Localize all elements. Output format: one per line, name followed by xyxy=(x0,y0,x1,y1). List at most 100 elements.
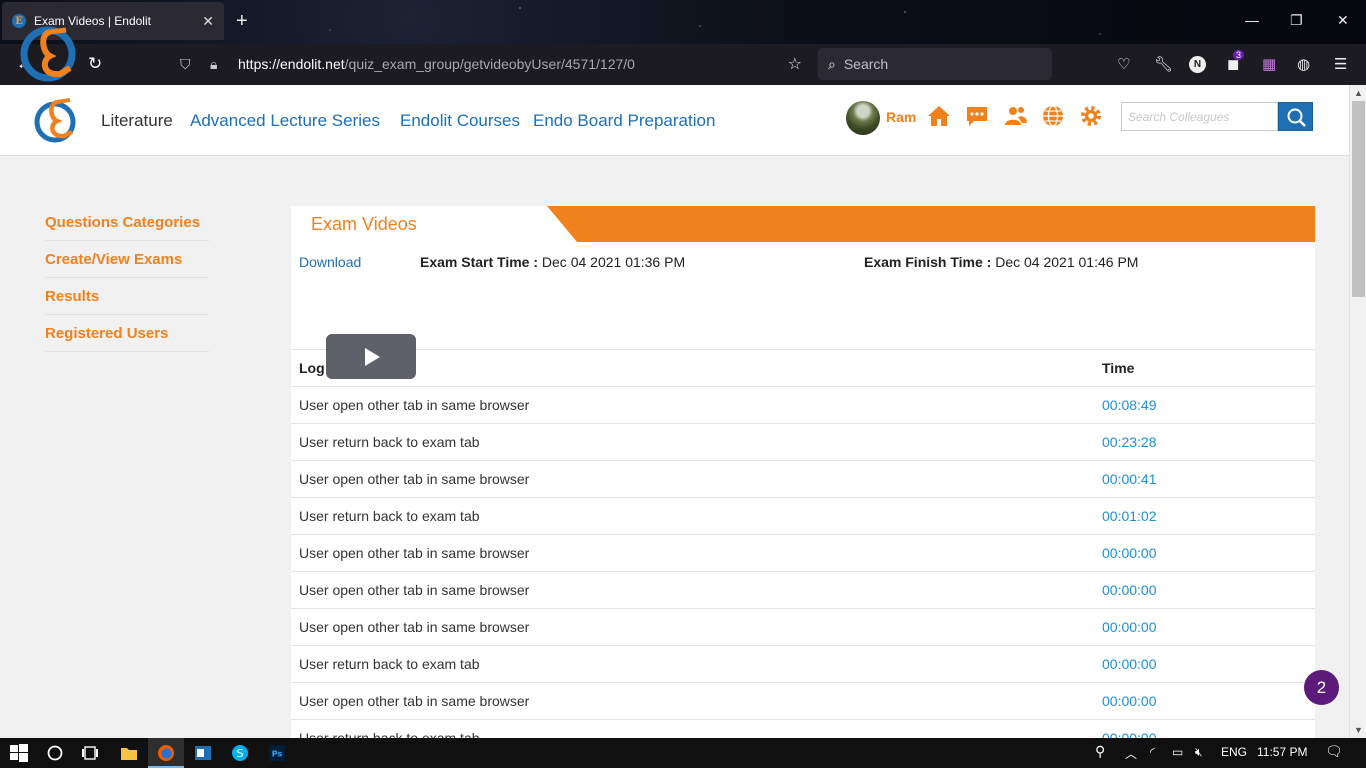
table-header-row: Log Time xyxy=(291,349,1315,387)
log-table: Log Time User open other tab in same bro… xyxy=(291,349,1315,738)
download-link[interactable]: Download xyxy=(299,254,361,270)
exam-finish-label: Exam Finish Time : xyxy=(864,254,992,270)
table-row: User open other tab in same browser 00:00… xyxy=(291,571,1315,609)
volume-muted-icon[interactable]: 🔇︎ xyxy=(1195,745,1203,760)
log-cell: User open other tab in same browser xyxy=(291,386,1094,424)
chat-bubble-badge[interactable]: 2 xyxy=(1304,670,1339,705)
table-row: User return back to exam tab00:00:00 xyxy=(291,645,1315,683)
wifi-icon[interactable]: ◜ xyxy=(1150,745,1155,759)
time-link[interactable]: 00:00:00 xyxy=(1094,571,1315,609)
time-link[interactable]: 00:00:00 xyxy=(1094,608,1315,646)
exam-finish-time: Exam Finish Time : Dec 04 2021 01:46 PM xyxy=(864,254,1138,270)
scroll-up-icon[interactable]: ▲ xyxy=(1354,88,1363,98)
log-cell: User open other tab in same browser xyxy=(291,460,1094,498)
extension-grid-icon[interactable]: ▦ xyxy=(1262,55,1276,73)
scroll-down-icon[interactable]: ▼ xyxy=(1354,725,1363,735)
skype-icon[interactable]: S xyxy=(231,744,249,762)
sidebar-item-results[interactable]: Results xyxy=(45,278,209,315)
nav-endo-board-preparation[interactable]: Endo Board Preparation xyxy=(533,111,715,131)
url-bar[interactable]: ⛉ 🔒︎ https://endolit.net/quiz_exam_group… xyxy=(170,48,810,80)
reload-icon[interactable]: ↻ xyxy=(88,54,102,74)
new-tab-icon[interactable]: + xyxy=(236,10,248,33)
time-link[interactable]: 00:00:00 xyxy=(1094,719,1315,738)
table-row: User open other tab in same browser 00:08… xyxy=(291,386,1315,424)
log-cell: User open other tab in same browser xyxy=(291,608,1094,646)
nav-advanced-lecture-series[interactable]: Advanced Lecture Series xyxy=(190,111,380,131)
endolit-logo[interactable] xyxy=(34,95,80,145)
tab-close-icon[interactable]: ✕ xyxy=(202,13,214,30)
task-view-icon[interactable] xyxy=(81,744,99,762)
language-indicator[interactable]: ENG xyxy=(1221,745,1247,759)
sidebar-item-create-view-exams[interactable]: Create/View Exams xyxy=(45,241,209,278)
page-scrollbar[interactable]: ▲ ▼ xyxy=(1349,85,1366,738)
extension-badge: 3 xyxy=(1233,50,1245,60)
time-link[interactable]: 00:00:00 xyxy=(1094,682,1315,720)
table-row: User open other tab in same browser 00:00… xyxy=(291,460,1315,498)
time-link[interactable]: 00:01:02 xyxy=(1094,497,1315,535)
extension-n-icon[interactable]: N xyxy=(1189,56,1206,73)
time-link[interactable]: 00:00:00 xyxy=(1094,534,1315,572)
cortana-search-icon[interactable] xyxy=(46,744,64,762)
log-cell: User return back to exam tab xyxy=(291,423,1094,461)
window-close-icon[interactable]: ✕ xyxy=(1337,12,1349,29)
colleagues-icon[interactable] xyxy=(1004,104,1028,128)
firefox-icon[interactable] xyxy=(157,744,175,762)
log-cell: User open other tab in same browser xyxy=(291,682,1094,720)
globe-extension-icon[interactable]: ◍ xyxy=(1297,55,1310,73)
time-link[interactable]: 00:23:28 xyxy=(1094,423,1315,461)
url-path: /quiz_exam_group/getvideobyUser/4571/127… xyxy=(344,56,635,72)
search-colleagues-button[interactable] xyxy=(1278,102,1313,131)
page: Literature Advanced Lecture Series Endol… xyxy=(0,85,1349,738)
home-icon[interactable] xyxy=(927,104,951,128)
battery-icon[interactable]: ▭ xyxy=(1172,745,1183,759)
shield-icon[interactable]: ⛉ xyxy=(180,56,200,73)
minimize-icon[interactable]: — xyxy=(1245,12,1259,28)
file-explorer-icon[interactable] xyxy=(120,744,138,762)
nav-endolit-courses[interactable]: Endolit Courses xyxy=(400,111,520,131)
pocket-icon[interactable]: ♡ xyxy=(1117,55,1130,73)
svg-text:S: S xyxy=(237,747,244,760)
scrollbar-thumb[interactable] xyxy=(1352,101,1365,297)
sidebar-item-questions-categories[interactable]: Questions Categories xyxy=(45,204,209,241)
nav-literature[interactable]: Literature xyxy=(101,111,173,131)
bookmark-star-icon[interactable]: ☆ xyxy=(788,54,802,74)
maximize-icon[interactable]: ❐ xyxy=(1290,12,1303,29)
show-hidden-icons-icon[interactable]: ︿ xyxy=(1125,745,1137,762)
globe-icon[interactable] xyxy=(1041,104,1065,128)
time-link[interactable]: 00:00:00 xyxy=(1094,645,1315,683)
user-name[interactable]: Ram xyxy=(886,109,916,125)
table-row: User return back to exam tab 00:01:02 xyxy=(291,497,1315,535)
hamburger-menu-icon[interactable]: ☰ xyxy=(1334,55,1347,73)
sidebar-item-registered-users[interactable]: Registered Users xyxy=(45,315,209,352)
exam-start-time: Exam Start Time : Dec 04 2021 01:36 PM xyxy=(420,254,685,270)
photoshop-icon[interactable]: Ps xyxy=(268,744,286,762)
exam-start-label: Exam Start Time : xyxy=(420,254,539,270)
windows-taskbar: S Ps ⚲ ︿ ◜ ▭ 🔇︎ ENG 11:57 PM 🗨︎ xyxy=(0,738,1366,768)
exam-finish-value: Dec 04 2021 01:46 PM xyxy=(995,254,1139,270)
table-row: User open other tab in same browser 00:00… xyxy=(291,608,1315,646)
time-link[interactable]: 00:08:49 xyxy=(1094,386,1315,424)
log-cell: User open other tab in same browser xyxy=(291,534,1094,572)
site-header: Literature Advanced Lecture Series Endol… xyxy=(0,85,1349,156)
time-link[interactable]: 00:00:41 xyxy=(1094,460,1315,498)
windows-start-icon[interactable] xyxy=(10,744,28,762)
exam-start-value: Dec 04 2021 01:36 PM xyxy=(541,254,686,270)
browser-search-bar[interactable]: ⌕ Search xyxy=(818,48,1052,80)
settings-gear-icon[interactable] xyxy=(1079,104,1103,128)
people-icon[interactable]: ⚲ xyxy=(1095,743,1105,760)
log-cell: User return back to exam tab xyxy=(291,719,1094,738)
browser-search-placeholder: Search xyxy=(843,56,889,72)
outlook-icon[interactable] xyxy=(194,744,212,762)
video-play-button[interactable] xyxy=(326,334,416,379)
svg-text:Ps: Ps xyxy=(272,750,283,759)
chat-icon[interactable] xyxy=(965,104,989,128)
tools-wrench-icon[interactable]: 🔧︎ xyxy=(1154,55,1173,73)
clock[interactable]: 11:57 PM xyxy=(1257,745,1307,759)
action-center-icon[interactable]: 🗨︎ xyxy=(1325,743,1343,760)
search-colleagues-input[interactable]: Search Colleagues xyxy=(1121,102,1278,131)
panel-title: Exam Videos xyxy=(311,214,417,234)
lock-icon[interactable]: 🔒︎ xyxy=(210,56,230,73)
avatar[interactable] xyxy=(846,101,880,135)
table-row: User open other tab in same browser 00:00… xyxy=(291,682,1315,720)
sidebar: Questions Categories Create/View Exams R… xyxy=(45,204,209,352)
